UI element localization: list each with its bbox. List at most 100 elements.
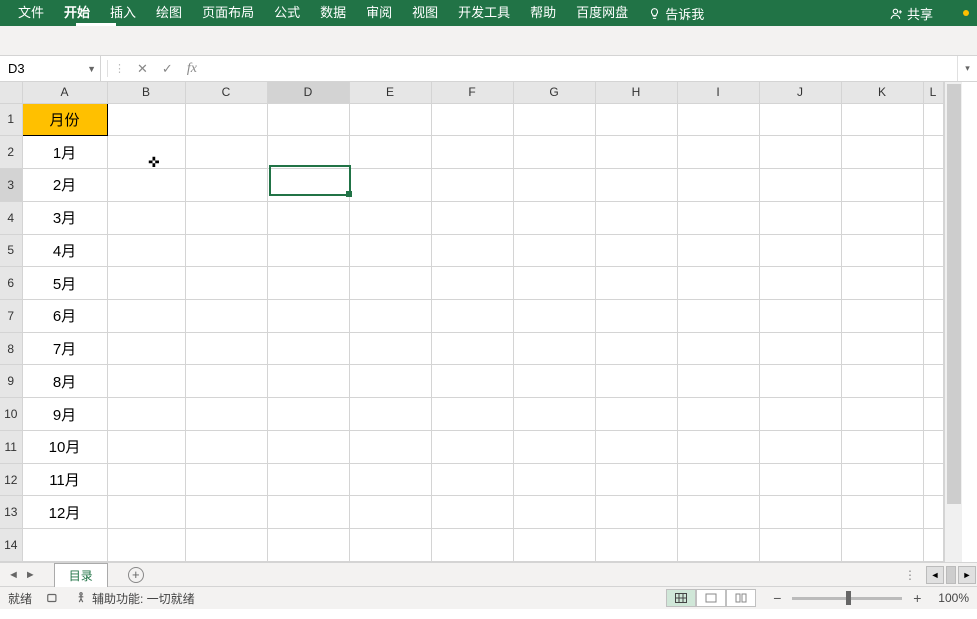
row-head-14[interactable]: 14	[0, 529, 22, 562]
cell[interactable]	[349, 267, 431, 300]
cell[interactable]	[107, 136, 185, 169]
cell[interactable]	[267, 201, 349, 234]
cell[interactable]	[185, 267, 267, 300]
cell[interactable]	[677, 529, 759, 562]
cell[interactable]	[185, 365, 267, 398]
cell[interactable]: 7月	[22, 332, 107, 365]
cell[interactable]	[923, 201, 943, 234]
cell[interactable]	[595, 103, 677, 136]
cell[interactable]	[185, 529, 267, 562]
tell-me[interactable]: 告诉我	[638, 4, 714, 23]
cell[interactable]	[185, 430, 267, 463]
cell[interactable]	[923, 463, 943, 496]
menu-pagelayout[interactable]: 页面布局	[192, 0, 264, 26]
tab-prev-button[interactable]: ►	[25, 569, 36, 581]
menu-review[interactable]: 审阅	[356, 0, 402, 26]
row-head-2[interactable]: 2	[0, 136, 22, 169]
cell[interactable]	[923, 300, 943, 333]
view-pagebreak-button[interactable]	[726, 589, 756, 607]
cell[interactable]	[677, 463, 759, 496]
cell[interactable]	[759, 430, 841, 463]
cell[interactable]	[107, 496, 185, 529]
cell[interactable]	[431, 332, 513, 365]
cell[interactable]	[841, 267, 923, 300]
cell[interactable]	[513, 103, 595, 136]
cell[interactable]	[107, 463, 185, 496]
menu-file[interactable]: 文件	[8, 0, 54, 26]
cell[interactable]	[841, 398, 923, 431]
cell[interactable]: 10月	[22, 430, 107, 463]
zoom-label[interactable]: 100%	[938, 591, 969, 605]
col-head-F[interactable]: F	[431, 82, 513, 103]
col-head-H[interactable]: H	[595, 82, 677, 103]
cancel-formula-button[interactable]: ✕	[137, 61, 148, 77]
cell[interactable]	[349, 201, 431, 234]
cell[interactable]	[513, 430, 595, 463]
cell[interactable]: 12月	[22, 496, 107, 529]
name-box[interactable]: ▼	[0, 56, 101, 81]
cell[interactable]	[107, 169, 185, 202]
row-head-1[interactable]: 1	[0, 103, 22, 136]
cell[interactable]	[267, 463, 349, 496]
row-head-8[interactable]: 8	[0, 332, 22, 365]
cell[interactable]	[107, 201, 185, 234]
zoom-in-button[interactable]: +	[910, 590, 924, 606]
row-head-4[interactable]: 4	[0, 201, 22, 234]
cell[interactable]	[595, 463, 677, 496]
cell[interactable]: 1月	[22, 136, 107, 169]
cell[interactable]	[349, 300, 431, 333]
cell[interactable]	[595, 398, 677, 431]
menu-data[interactable]: 数据	[310, 0, 356, 26]
cell[interactable]	[923, 103, 943, 136]
cell[interactable]: 11月	[22, 463, 107, 496]
cell[interactable]	[185, 398, 267, 431]
cell[interactable]: 4月	[22, 234, 107, 267]
cell[interactable]	[923, 267, 943, 300]
chevron-down-icon[interactable]: ▼	[87, 64, 96, 74]
cell[interactable]	[513, 463, 595, 496]
col-head-B[interactable]: B	[107, 82, 185, 103]
cell[interactable]	[595, 136, 677, 169]
tab-options-icon[interactable]: ⋮	[896, 568, 925, 582]
cell[interactable]	[759, 234, 841, 267]
cell[interactable]	[349, 430, 431, 463]
cell[interactable]	[185, 136, 267, 169]
cell[interactable]	[841, 463, 923, 496]
cell[interactable]	[759, 398, 841, 431]
cell[interactable]	[841, 234, 923, 267]
cell[interactable]	[185, 201, 267, 234]
cell[interactable]	[513, 234, 595, 267]
recorder-icon[interactable]	[46, 591, 60, 605]
cell[interactable]	[841, 332, 923, 365]
cell[interactable]	[431, 365, 513, 398]
cell[interactable]	[841, 430, 923, 463]
cell[interactable]: 2月	[22, 169, 107, 202]
cell[interactable]	[595, 529, 677, 562]
cell[interactable]	[513, 365, 595, 398]
cell[interactable]	[923, 496, 943, 529]
cell[interactable]	[107, 365, 185, 398]
col-head-L[interactable]: L	[923, 82, 943, 103]
accessibility-status[interactable]: 辅助功能: 一切就绪	[74, 590, 195, 607]
expand-formula-bar[interactable]: ▾	[957, 56, 977, 81]
cell[interactable]: 3月	[22, 201, 107, 234]
cell[interactable]	[431, 529, 513, 562]
cell[interactable]	[923, 234, 943, 267]
cell[interactable]	[841, 300, 923, 333]
row-head-3[interactable]: 3	[0, 169, 22, 202]
cell[interactable]	[677, 430, 759, 463]
cell[interactable]	[841, 103, 923, 136]
col-head-J[interactable]: J	[759, 82, 841, 103]
cell[interactable]	[431, 300, 513, 333]
cell[interactable]	[677, 201, 759, 234]
cell[interactable]	[267, 136, 349, 169]
cell[interactable]	[107, 234, 185, 267]
zoom-thumb[interactable]	[846, 591, 851, 605]
cell[interactable]	[431, 169, 513, 202]
view-normal-button[interactable]	[666, 589, 696, 607]
cell[interactable]	[349, 332, 431, 365]
cell[interactable]	[923, 365, 943, 398]
cell[interactable]	[923, 332, 943, 365]
cell[interactable]	[923, 169, 943, 202]
col-head-K[interactable]: K	[841, 82, 923, 103]
